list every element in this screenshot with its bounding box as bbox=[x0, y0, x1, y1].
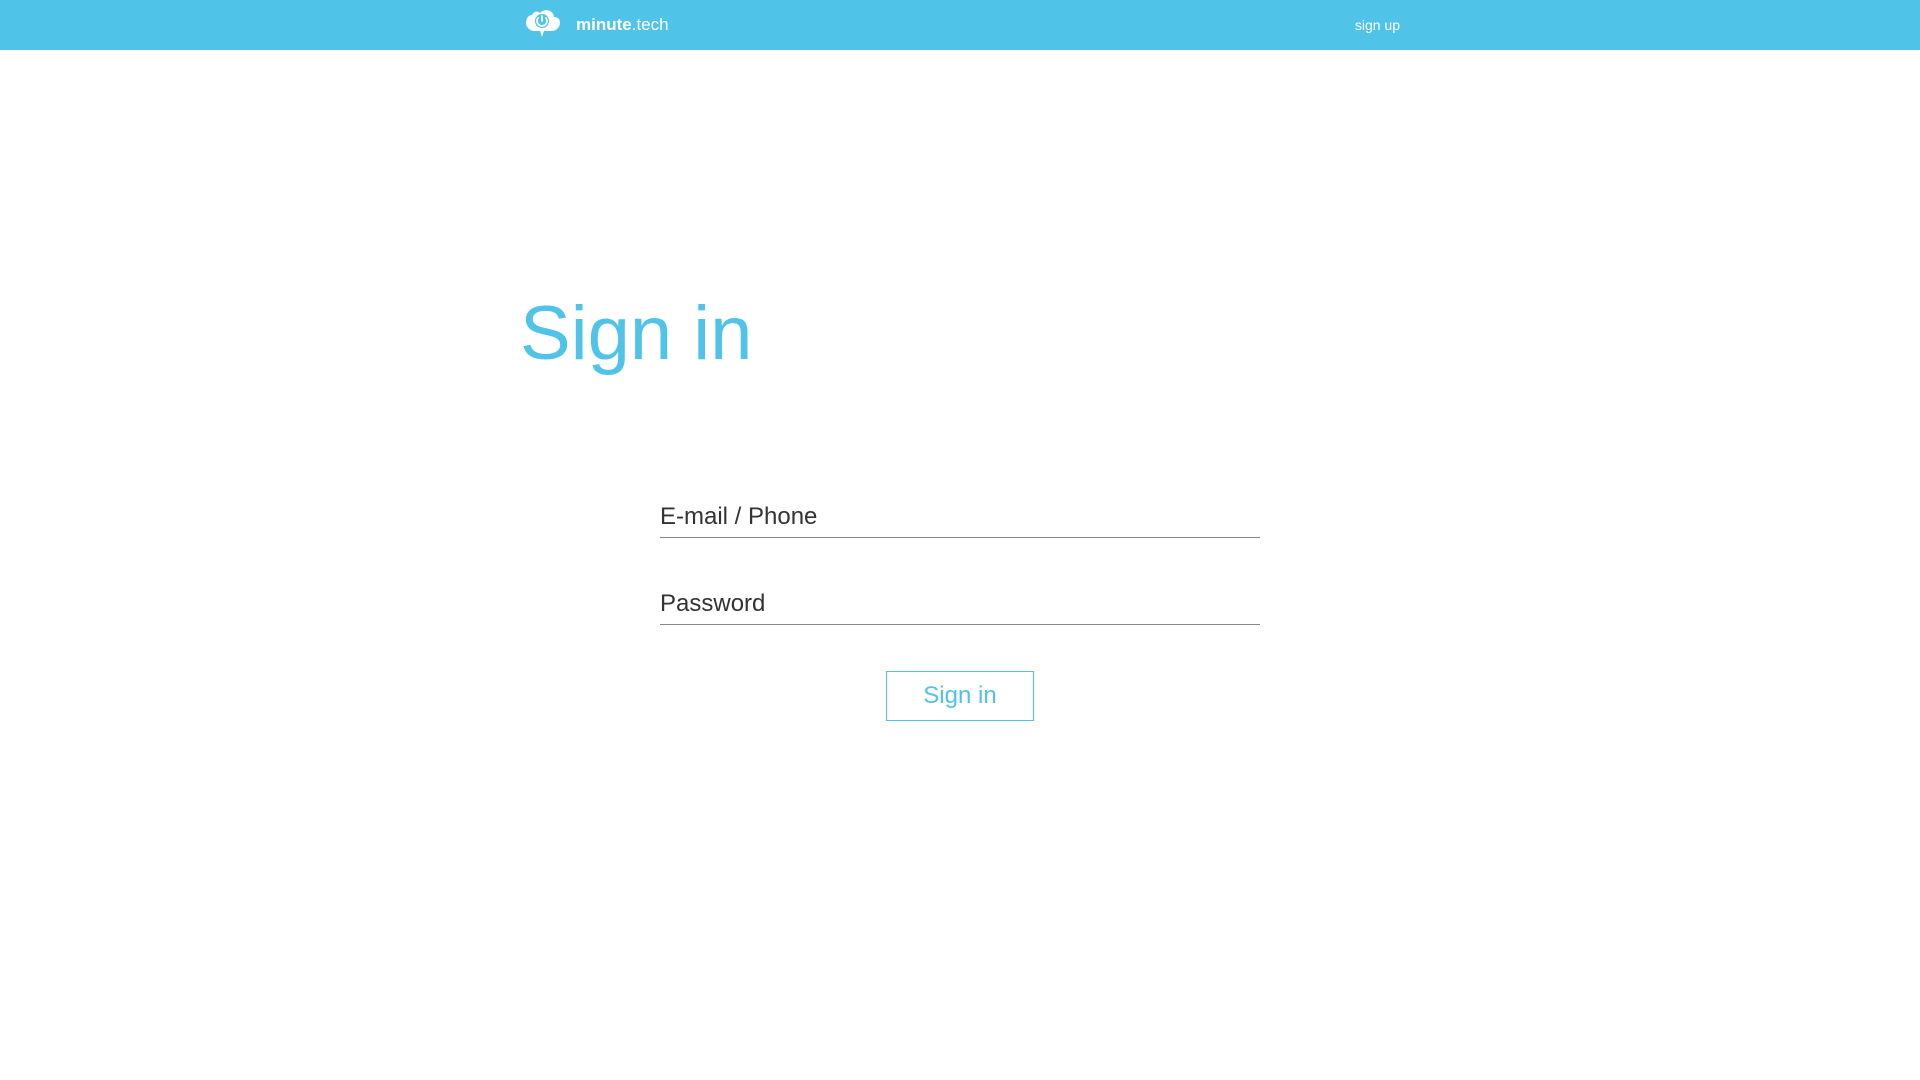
signup-link[interactable]: sign up bbox=[1355, 17, 1400, 33]
email-input-group bbox=[660, 497, 1260, 538]
page-title: Sign in bbox=[520, 290, 1400, 377]
password-input-group bbox=[660, 584, 1260, 625]
logo-text-light: .tech bbox=[632, 15, 669, 34]
header-content: minute.tech sign up bbox=[520, 7, 1400, 43]
password-field[interactable] bbox=[660, 584, 1260, 625]
logo-text-bold: minute bbox=[576, 15, 632, 34]
signin-form: Sign in bbox=[660, 497, 1260, 721]
cloud-power-icon bbox=[520, 7, 564, 43]
email-field[interactable] bbox=[660, 497, 1260, 538]
header: minute.tech sign up bbox=[0, 0, 1920, 50]
main-content: Sign in Sign in bbox=[520, 50, 1400, 721]
logo[interactable]: minute.tech bbox=[520, 7, 669, 43]
signin-button[interactable]: Sign in bbox=[886, 671, 1033, 721]
logo-text: minute.tech bbox=[576, 15, 669, 35]
